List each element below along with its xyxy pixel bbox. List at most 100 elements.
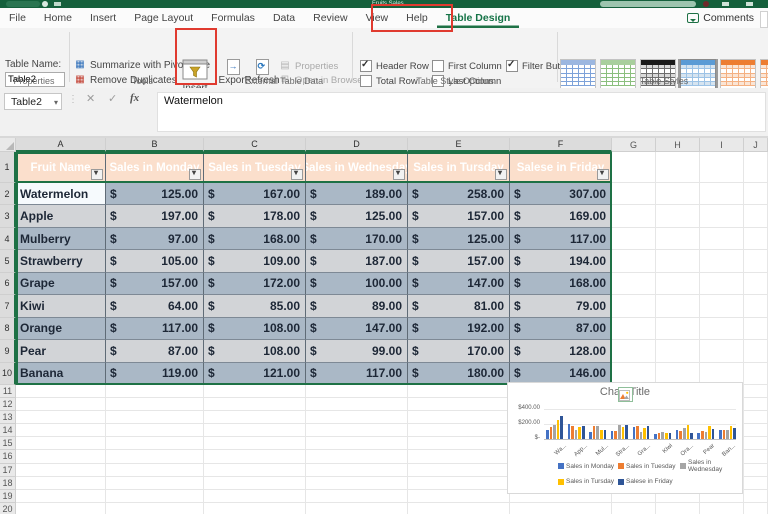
column-header-d[interactable]: D (306, 138, 408, 152)
column-header-g[interactable]: G (612, 138, 656, 152)
bar-sales-in-tuesday[interactable] (700, 430, 704, 439)
column-header-f[interactable]: F (510, 138, 612, 152)
column-header-a[interactable]: A (16, 138, 106, 152)
bar-sales-in-monday[interactable] (632, 427, 636, 439)
sales-chart[interactable]: Chart Title $400.00 $200.00 $- Wa... App...… (507, 382, 743, 494)
money-cell[interactable]: $169.00 (510, 205, 612, 228)
money-cell[interactable]: $79.00 (510, 295, 612, 318)
empty-cell[interactable] (306, 463, 408, 477)
empty-cell[interactable] (744, 502, 768, 514)
empty-cell[interactable] (204, 463, 306, 477)
enter-icon[interactable]: ✓ (108, 92, 117, 105)
row-header-15[interactable]: 15 (0, 437, 16, 451)
settings-icon[interactable] (722, 2, 729, 6)
tab-review[interactable]: Review (304, 9, 356, 28)
empty-cell[interactable] (700, 317, 744, 341)
empty-cell[interactable] (744, 476, 768, 490)
bar-sales-in-monday[interactable] (654, 434, 657, 439)
filter-dropdown-icon[interactable] (91, 168, 103, 180)
empty-cell[interactable] (744, 463, 768, 477)
filter-dropdown-icon[interactable] (393, 168, 405, 180)
empty-cell[interactable] (744, 295, 768, 318)
empty-cell[interactable] (306, 398, 408, 412)
money-cell[interactable]: $307.00 (510, 183, 612, 206)
bar-sales-in-wednesday[interactable] (661, 432, 664, 439)
column-header-j[interactable]: J (744, 138, 768, 152)
empty-cell[interactable] (16, 489, 106, 503)
tab-home[interactable]: Home (35, 9, 81, 28)
minimize-icon[interactable] (746, 2, 753, 6)
empty-cell[interactable] (204, 437, 306, 451)
chart-title-image-icon[interactable] (618, 387, 633, 402)
fruit-cell[interactable]: Mulberry (16, 227, 106, 251)
bar-sales-in-tuesday[interactable] (657, 432, 661, 439)
bar-sales-in-tursday[interactable] (600, 429, 603, 439)
bar-salese-in-friday[interactable] (582, 426, 585, 439)
legend-item-salese-in-friday[interactable]: Salese in Friday (618, 478, 680, 485)
money-cell[interactable]: $194.00 (510, 250, 612, 273)
empty-cell[interactable] (700, 227, 744, 251)
select-all-corner[interactable] (0, 138, 16, 152)
bar-salese-in-friday[interactable] (733, 428, 736, 439)
name-box[interactable]: Table2 (4, 93, 62, 111)
bar-sales-in-tursday[interactable] (621, 427, 625, 439)
empty-cell[interactable] (700, 183, 744, 206)
bar-sales-in-tursday[interactable] (556, 419, 560, 439)
empty-cell[interactable] (700, 340, 744, 363)
table-style-blue-banded[interactable] (678, 59, 718, 93)
empty-cell[interactable] (612, 272, 656, 296)
tab-insert[interactable]: Insert (81, 9, 125, 28)
bar-sales-in-monday[interactable] (610, 431, 614, 439)
bar-sales-in-tuesday[interactable] (549, 426, 553, 439)
bar-sales-in-wednesday[interactable] (726, 430, 729, 439)
bar-sales-in-tursday[interactable] (643, 428, 646, 439)
row-header-11[interactable]: 11 (0, 384, 16, 399)
empty-cell[interactable] (16, 424, 106, 438)
empty-cell[interactable] (16, 437, 106, 451)
bar-sales-in-tuesday[interactable] (722, 429, 726, 439)
money-cell[interactable]: $157.00 (408, 205, 510, 228)
row-header-6[interactable]: 6 (0, 272, 16, 296)
legend-item-sales-in-monday[interactable]: Sales in Monday (558, 459, 618, 473)
empty-cell[interactable] (16, 476, 106, 490)
empty-cell[interactable] (306, 502, 408, 514)
tab-formulas[interactable]: Formulas (202, 9, 264, 28)
column-header-h[interactable]: H (656, 138, 700, 152)
empty-cell[interactable] (656, 205, 700, 228)
empty-cell[interactable] (204, 502, 306, 514)
row-header-18[interactable]: 18 (0, 476, 16, 490)
money-cell[interactable]: $85.00 (204, 295, 306, 318)
table-header-cell[interactable]: Salese in Friday (510, 152, 612, 183)
autosave-toggle[interactable] (6, 1, 40, 7)
empty-cell[interactable] (612, 205, 656, 228)
bar-sales-in-tuesday[interactable] (679, 430, 682, 439)
empty-cell[interactable] (700, 205, 744, 228)
bar-sales-in-tursday[interactable] (686, 424, 690, 439)
empty-cell[interactable] (408, 437, 510, 451)
money-cell[interactable]: $99.00 (306, 340, 408, 363)
fruit-cell[interactable]: Banana (16, 362, 106, 385)
legend-item-sales-in-tuesday[interactable]: Sales in Tuesday (618, 459, 680, 473)
empty-cell[interactable] (204, 450, 306, 464)
empty-cell[interactable] (744, 437, 768, 451)
money-cell[interactable]: $81.00 (408, 295, 510, 318)
empty-cell[interactable] (656, 250, 700, 273)
empty-cell[interactable] (16, 502, 106, 514)
money-cell[interactable]: $168.00 (204, 227, 306, 251)
bar-sales-in-monday[interactable] (546, 429, 549, 439)
empty-cell[interactable] (106, 489, 204, 503)
empty-cell[interactable] (612, 502, 656, 514)
cancel-icon[interactable]: ✕ (86, 92, 95, 105)
bar-sales-in-tuesday[interactable] (571, 425, 574, 439)
empty-cell[interactable] (612, 295, 656, 318)
money-cell[interactable]: $178.00 (204, 205, 306, 228)
money-cell[interactable]: $180.00 (408, 362, 510, 385)
empty-cell[interactable] (612, 183, 656, 206)
save-icon[interactable] (42, 1, 48, 7)
money-cell[interactable]: $100.00 (306, 272, 408, 296)
money-cell[interactable]: $168.00 (510, 272, 612, 296)
avatar[interactable] (703, 1, 709, 7)
empty-cell[interactable] (306, 411, 408, 425)
comments-button[interactable]: Comments (687, 10, 754, 26)
empty-cell[interactable] (408, 411, 510, 425)
